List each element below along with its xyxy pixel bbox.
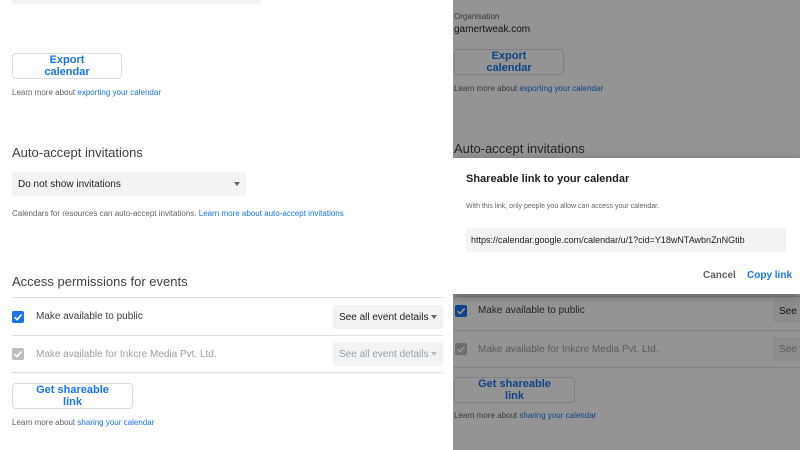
export-help-link[interactable]: exporting your calendar [77,88,161,97]
org-checkbox [12,348,24,360]
public-permission-select[interactable]: See all event details [333,305,443,329]
auto-accept-select[interactable]: Do not show invitations [12,172,246,196]
copy-link-button[interactable]: Copy link [747,270,792,281]
auto-accept-title: Auto-accept invitations [12,145,143,160]
export-help-text: Learn more about exporting your calendar [12,88,161,97]
checkmark-icon [13,314,23,321]
get-shareable-link-button[interactable]: Get shareable link [12,383,133,409]
public-label: Make available to public [36,311,143,322]
checkmark-icon [13,351,23,358]
shareable-link-field[interactable]: https://calendar.google.com/calendar/u/1… [466,228,786,252]
settings-panel-right: Organisation gamertweak.com Export calen… [453,0,800,450]
divider [12,335,443,336]
dialog-title: Shareable link to your calendar [466,173,630,185]
dialog-description: With this link, only people you allow ca… [466,203,659,210]
divider [12,372,443,373]
truncated-field [12,0,262,4]
org-label: Make available for Inkcre Media Pvt. Ltd… [36,349,217,360]
share-help-link[interactable]: sharing your calendar [77,418,154,427]
public-checkbox[interactable] [12,311,24,323]
export-calendar-button[interactable]: Export calendar [12,53,122,79]
org-permission-select: See all event details [333,342,443,366]
dropdown-caret-icon [431,352,437,356]
access-permissions-title: Access permissions for events [12,274,188,289]
shareable-link-dialog: Shareable link to your calendar With thi… [453,158,800,294]
auto-accept-help-text: Calendars for resources can auto-accept … [12,209,344,218]
dropdown-caret-icon [234,182,240,186]
divider [12,297,443,298]
auto-accept-help-link[interactable]: Learn more about auto-accept invitations [199,209,344,218]
dropdown-caret-icon [431,315,437,319]
share-help-text: Learn more about sharing your calendar [12,418,155,427]
settings-panel-left: Export calendar Learn more about exporti… [0,0,453,450]
cancel-button[interactable]: Cancel [703,270,736,281]
